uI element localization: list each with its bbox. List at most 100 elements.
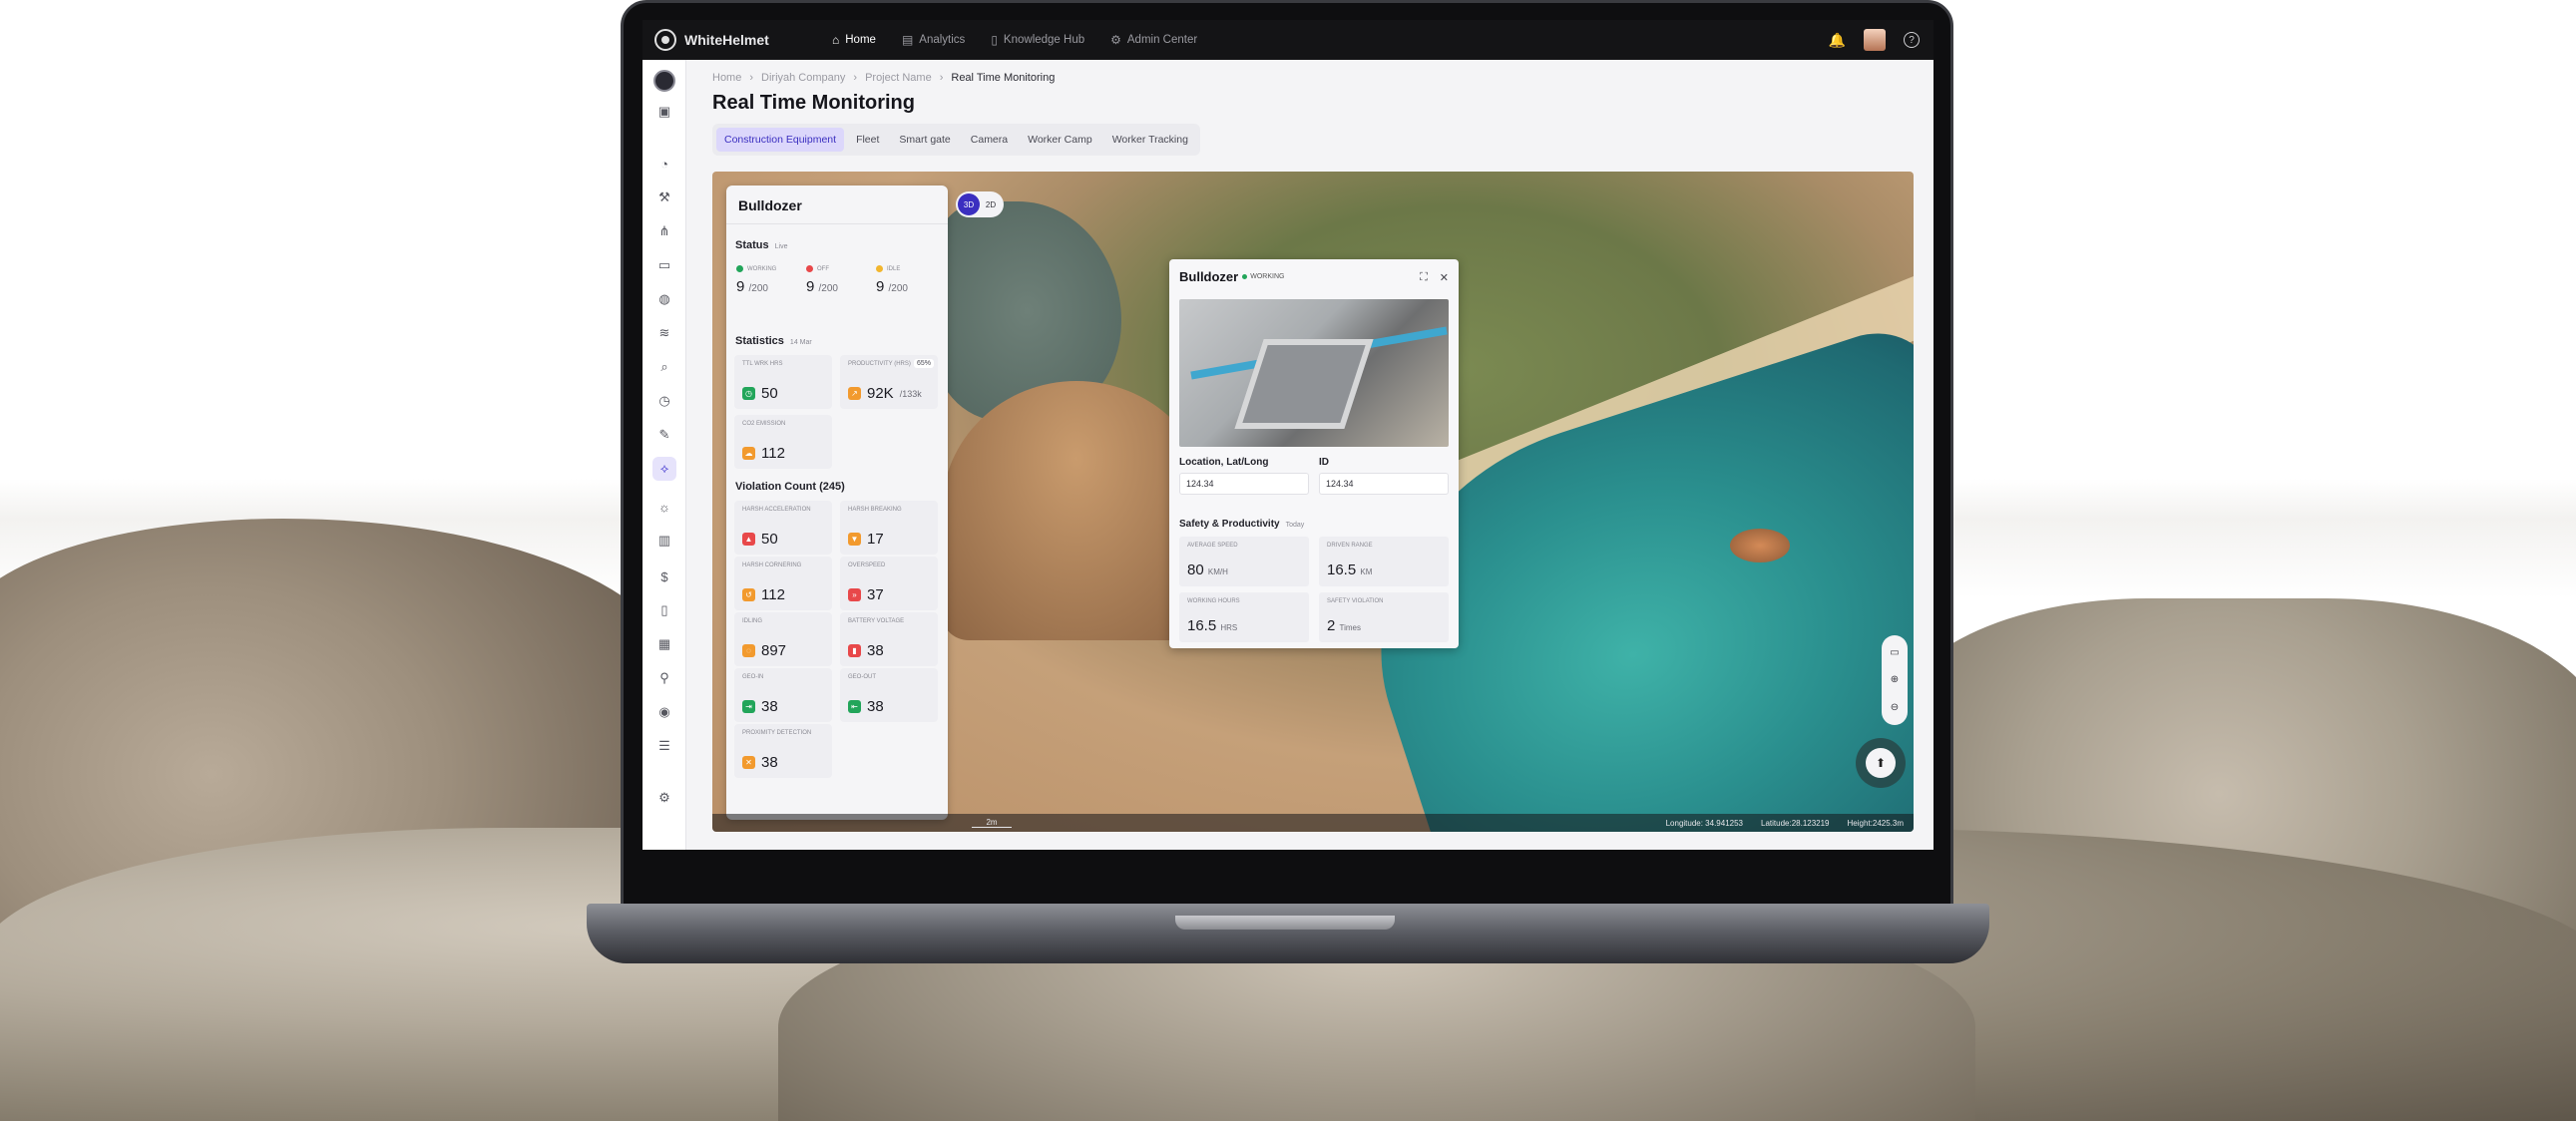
violation-label: PROXIMITY DETECTION [742, 730, 812, 736]
sidebar-pen-icon[interactable]: ✎ [652, 423, 676, 447]
sidebar-document-icon[interactable]: ▯ [652, 598, 676, 622]
sidebar-chart-icon[interactable]: ▥ [652, 529, 676, 553]
sidebar-clock-icon[interactable]: ◷ [652, 389, 676, 413]
violation-card[interactable]: PROXIMITY DETECTION ✕ 38 [734, 724, 832, 778]
metric-label: SAFETY VIOLATION [1327, 598, 1384, 604]
status-idle-of: /200 [888, 283, 908, 294]
violation-card[interactable]: OVERSPEED » 37 [840, 557, 938, 610]
status-off-of: /200 [818, 283, 838, 294]
zoom-out-icon[interactable]: ⊖ [1891, 702, 1899, 713]
violation-value: 38 [867, 642, 884, 659]
violation-label: IDLING [742, 618, 763, 624]
violation-card[interactable]: GEO-IN ⇥ 38 [734, 668, 832, 722]
notification-bell-icon[interactable]: 🔔 [1829, 32, 1846, 49]
top-right-actions: 🔔 ? [1829, 29, 1920, 51]
violation-value: 37 [867, 586, 884, 603]
home-icon: ⌂ [832, 33, 840, 47]
statistics-title: Statistics [735, 335, 784, 347]
violation-card[interactable]: HARSH ACCELERATION ▲ 50 [734, 501, 832, 555]
sidebar-sun-icon[interactable]: ☼ [652, 495, 676, 519]
breadcrumb: Home › Diriyah Company › Project Name › … [712, 72, 1055, 84]
sidebar-search-icon[interactable]: ⌕ [652, 355, 676, 379]
breadcrumb-home[interactable]: Home [712, 72, 741, 84]
geo-in-icon: ⇥ [742, 700, 755, 713]
main-content: Home › Diriyah Company › Project Name › … [686, 60, 1933, 850]
tab-smart-gate[interactable]: Smart gate [891, 128, 958, 152]
sidebar-calendar-icon[interactable]: ▦ [652, 632, 676, 656]
3d-site-map[interactable]: Bulldozer Status Live WORKING 9 /200 OFF … [712, 172, 1914, 832]
violation-card[interactable]: BATTERY VOLTAGE ▮ 38 [840, 612, 938, 666]
close-icon[interactable]: ✕ [1440, 271, 1449, 284]
help-icon[interactable]: ? [1904, 32, 1920, 48]
sidebar-signal-icon[interactable]: ≋ [652, 321, 676, 345]
breadcrumb-project[interactable]: Project Name [865, 72, 932, 84]
analytics-icon: ▤ [901, 33, 914, 47]
sidebar-database-icon[interactable]: ☰ [652, 734, 676, 758]
sidebar-dollar-icon[interactable]: $ [652, 564, 676, 588]
violation-value: 50 [761, 531, 778, 548]
sidebar-hierarchy-icon[interactable]: ⋔ [652, 219, 676, 243]
longitude: Longitude: 34.941253 [1665, 818, 1743, 828]
stat-of: /133k [899, 388, 922, 399]
productivity-badge: 65% [913, 359, 934, 368]
breadcrumb-separator-icon: › [853, 72, 858, 84]
violation-value: 38 [761, 754, 778, 771]
top-navbar: WhiteHelmet ⌂ Home ▤ Analytics ▯ Knowled… [643, 20, 1933, 60]
map-footer: 2m Longitude: 34.941253 Latitude:28.1232… [712, 814, 1914, 832]
sidebar-monitoring-icon[interactable]: ⟡ [652, 457, 676, 481]
sidebar-toggle-icon[interactable]: ▣ [652, 100, 676, 124]
violation-label: OVERSPEED [848, 562, 886, 568]
tab-camera[interactable]: Camera [963, 128, 1016, 152]
sidebar-globe-icon[interactable]: ◍ [652, 287, 676, 311]
nav-home[interactable]: ⌂ Home [832, 33, 876, 47]
photo-slab [1234, 339, 1374, 429]
user-avatar[interactable] [1864, 29, 1886, 51]
compass[interactable]: ⬆ [1856, 738, 1906, 788]
toggle-2d[interactable]: 2D [980, 193, 1002, 215]
location-field[interactable]: 124.34 [1179, 473, 1309, 495]
acceleration-icon: ▲ [742, 533, 755, 546]
sidebar-shield-icon[interactable]: ◉ [652, 700, 676, 724]
popup-actions: ⛶ ✕ [1420, 271, 1449, 284]
project-logo-icon[interactable] [653, 70, 675, 92]
tab-construction-equipment[interactable]: Construction Equipment [716, 128, 845, 152]
sidebar-card-icon[interactable]: ▭ [652, 253, 676, 277]
tab-worker-tracking[interactable]: Worker Tracking [1104, 128, 1196, 152]
status-idle: IDLE 9 /200 [876, 265, 936, 295]
toggle-3d[interactable]: 3D [958, 193, 980, 215]
violation-label: BATTERY VOLTAGE [848, 618, 905, 624]
status-working: WORKING 9 /200 [736, 265, 796, 295]
sidebar-dashboard-icon[interactable]: ◔ [652, 152, 676, 176]
nav-knowledge-hub[interactable]: ▯ Knowledge Hub [991, 33, 1084, 47]
violation-card[interactable]: GEO-OUT ⇤ 38 [840, 668, 938, 722]
sidebar-tools-icon[interactable]: ⚒ [652, 186, 676, 209]
stat-card-productivity: PRODUCTIVITY (HRS) 65% ↗ 92K/133k [840, 355, 938, 409]
brand-logo[interactable]: WhiteHelmet [654, 29, 824, 51]
tab-worker-camp[interactable]: Worker Camp [1020, 128, 1100, 152]
violation-label: GEO-IN [742, 674, 764, 680]
violation-card[interactable]: HARSH BREAKING ▼ 17 [840, 501, 938, 555]
nav-analytics[interactable]: ▤ Analytics [902, 33, 965, 47]
nav-admin-center[interactable]: ⚙ Admin Center [1110, 33, 1197, 47]
violation-card[interactable]: IDLING ◌ 897 [734, 612, 832, 666]
id-field[interactable]: 124.34 [1319, 473, 1449, 495]
clock-icon: ◷ [742, 387, 755, 400]
metric-unit: Times [1339, 623, 1361, 632]
battery-icon: ▮ [848, 644, 861, 657]
map-scale: 2m [972, 818, 1012, 828]
breadcrumb-company[interactable]: Diriyah Company [761, 72, 845, 84]
comment-icon[interactable]: ▭ [1890, 647, 1899, 658]
metric-unit: HRS [1220, 623, 1238, 632]
stat-value: 92K [867, 385, 894, 402]
zoom-in-icon[interactable]: ⊕ [1891, 674, 1899, 685]
tab-fleet[interactable]: Fleet [848, 128, 887, 152]
metric-value: 80 [1187, 561, 1204, 578]
violation-card[interactable]: HARSH CORNERING ↺ 112 [734, 557, 832, 610]
nav-home-label: Home [845, 34, 876, 46]
breadcrumb-separator-icon: › [749, 72, 754, 84]
expand-icon[interactable]: ⛶ [1420, 271, 1428, 284]
sidebar-settings-icon[interactable]: ⚙ [652, 786, 676, 810]
laptop-screen: WhiteHelmet ⌂ Home ▤ Analytics ▯ Knowled… [643, 20, 1933, 850]
proximity-icon: ✕ [742, 756, 755, 769]
sidebar-bike-icon[interactable]: ⚲ [652, 666, 676, 690]
